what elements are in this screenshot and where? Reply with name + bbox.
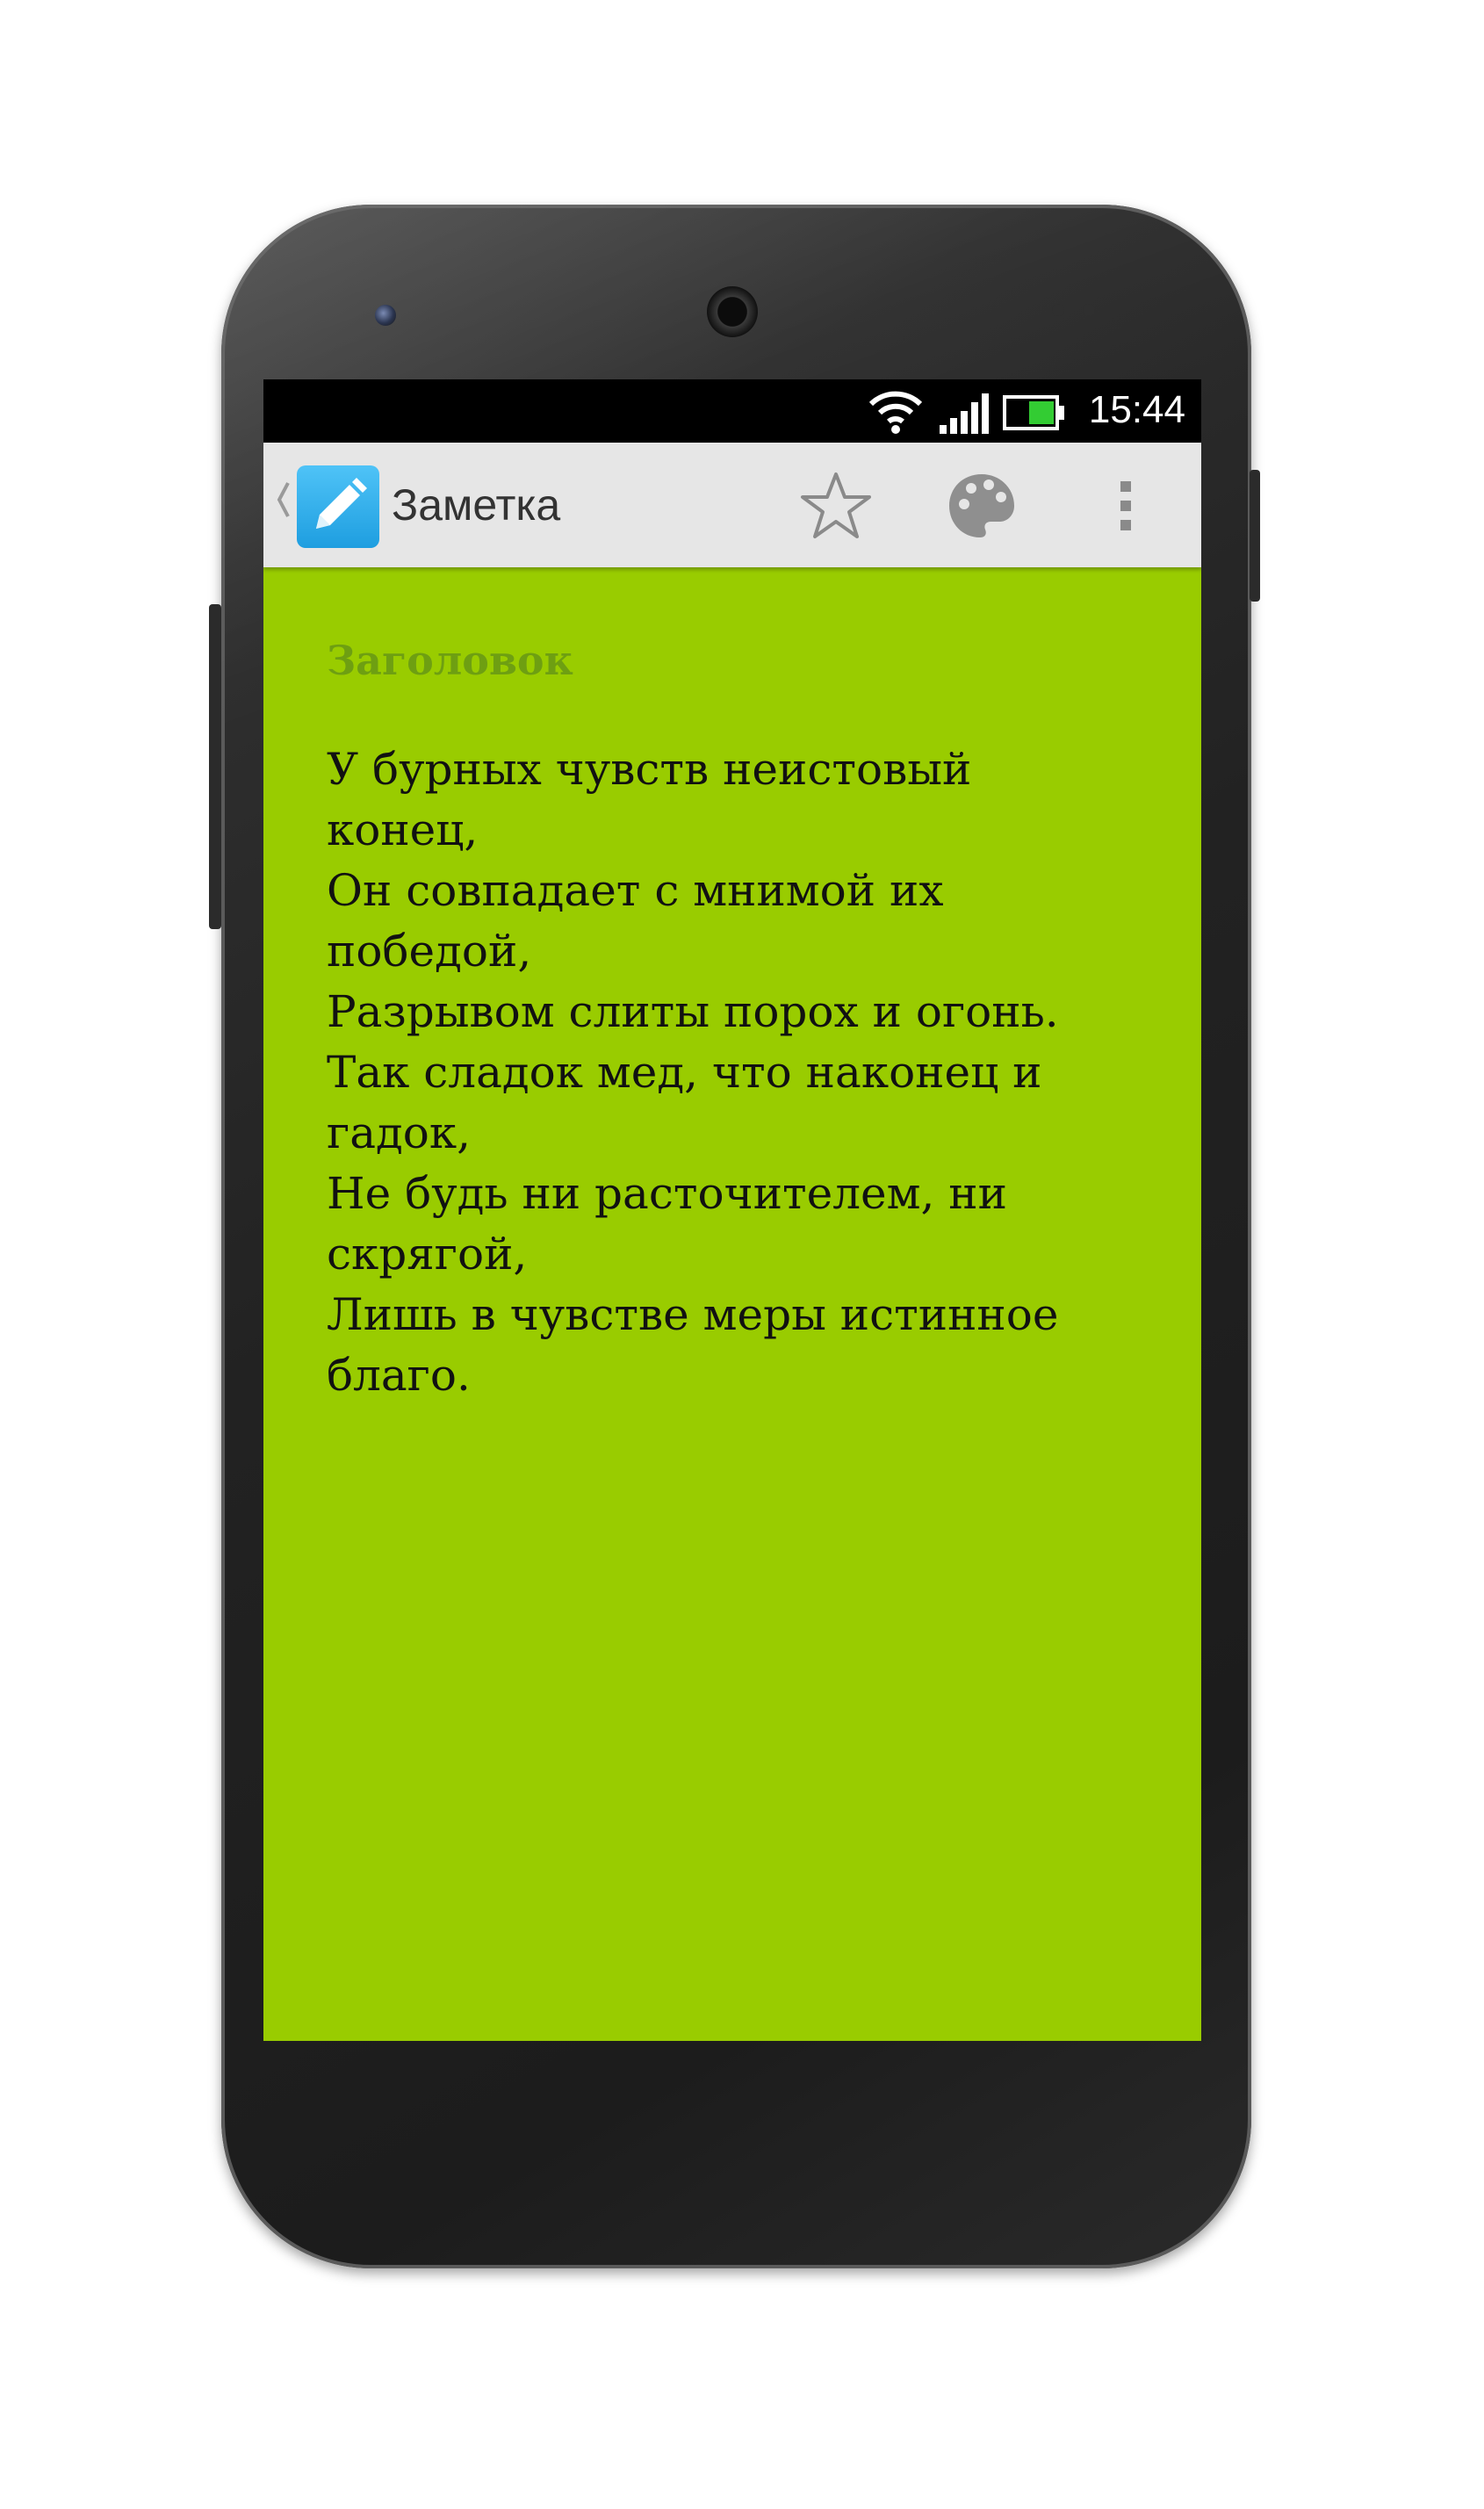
power-button	[1250, 470, 1260, 602]
palette-icon[interactable]	[945, 469, 1019, 543]
star-icon[interactable]	[799, 469, 873, 543]
earpiece-speaker	[707, 286, 758, 337]
front-camera	[375, 305, 396, 326]
volume-rocker	[209, 604, 221, 929]
status-bar: 15:44	[263, 379, 1201, 443]
app-title: Заметка	[392, 480, 561, 530]
battery-icon	[1003, 395, 1064, 430]
overflow-menu-icon[interactable]	[1106, 469, 1145, 543]
note-body-text[interactable]: У бурных чувств неистовый конец, Он совп…	[327, 739, 1135, 1406]
app-logo[interactable]	[297, 465, 379, 548]
signal-icon	[940, 393, 989, 434]
status-time: 15:44	[1088, 388, 1185, 431]
back-caret-icon[interactable]	[274, 478, 292, 522]
light-sensor	[1083, 304, 1095, 316]
action-bar: Заметка	[263, 443, 1201, 567]
pencil-icon	[316, 478, 367, 529]
screen: 15:44 Заметка Заголовок У бурных чувств …	[263, 379, 1201, 2041]
proximity-sensor	[1052, 304, 1064, 316]
wifi-icon	[868, 391, 923, 434]
note-title-field[interactable]: Заголовок	[327, 637, 573, 684]
